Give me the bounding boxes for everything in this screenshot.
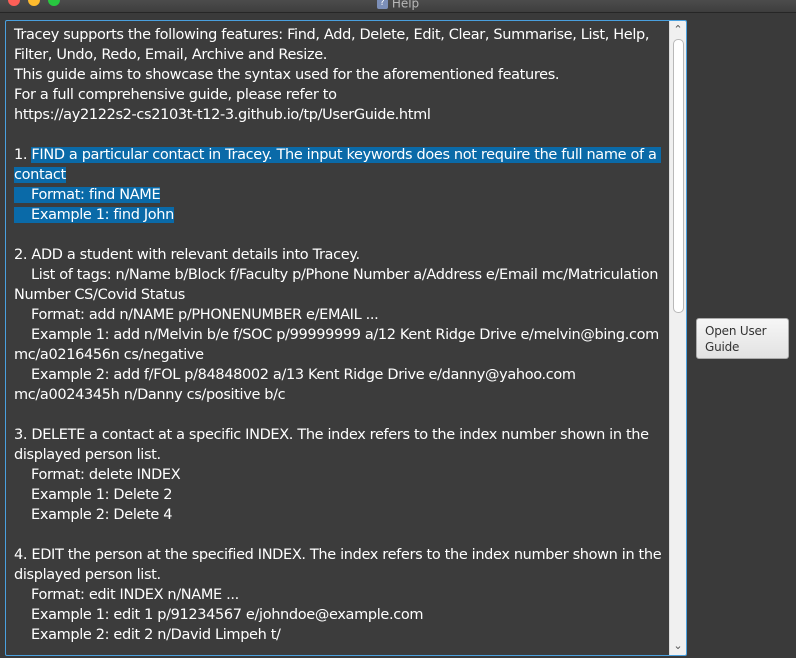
selected-text: FIND a particular contact in Tracey. The… bbox=[14, 147, 661, 223]
help-app-icon: ? bbox=[376, 0, 388, 9]
chevron-up-icon[interactable]: ⌃ bbox=[670, 23, 686, 37]
guide-remaining-text: 2. ADD a student with relevant details i… bbox=[14, 247, 662, 643]
window-title-group: ? Help bbox=[0, 0, 796, 11]
guide-intro-text: Tracey supports the following features: … bbox=[14, 27, 650, 163]
title-bar: ? Help bbox=[0, 0, 796, 13]
chevron-down-icon[interactable]: ⌄ bbox=[670, 639, 686, 653]
vertical-scrollbar[interactable]: ⌃ ⌄ bbox=[669, 21, 686, 655]
guide-text: Tracey supports the following features: … bbox=[14, 25, 664, 645]
window-title: Help bbox=[391, 0, 420, 11]
open-user-guide-button[interactable]: Open User Guide bbox=[696, 318, 789, 359]
scrollbar-thumb[interactable] bbox=[673, 39, 684, 313]
help-text-area[interactable]: Tracey supports the following features: … bbox=[5, 20, 687, 656]
